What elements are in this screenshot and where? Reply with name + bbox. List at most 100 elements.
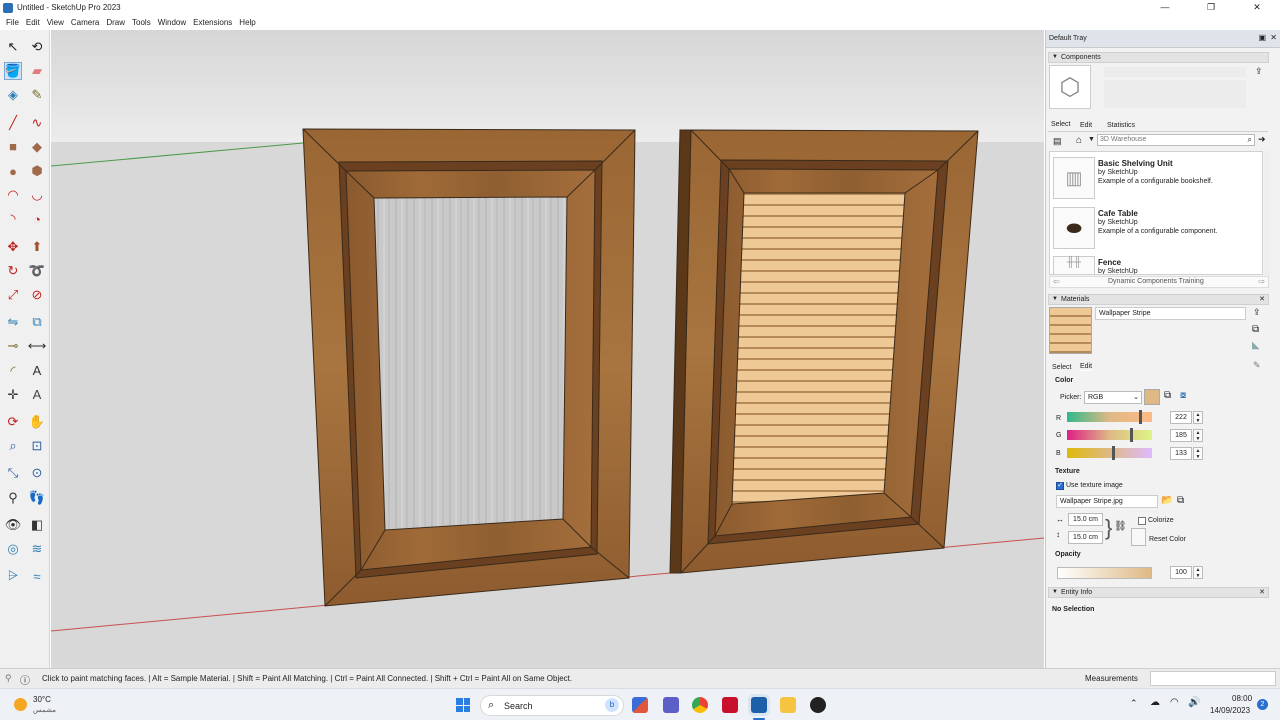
menu-camera[interactable]: Camera (71, 18, 99, 27)
lock-aspect-link-icon[interactable]: ⛓ (1114, 521, 1127, 532)
geo-location-icon[interactable]: ⚲ (5, 673, 12, 684)
material-name-field[interactable]: Wallpaper Stripe (1095, 307, 1246, 320)
weather-temperature[interactable]: 30°C (33, 695, 51, 704)
green-slider-thumb[interactable] (1130, 428, 1133, 442)
look-around-tool-icon[interactable]: 👁 (4, 516, 22, 534)
text-tool-icon[interactable]: A (28, 362, 46, 380)
green-slider[interactable] (1067, 430, 1152, 440)
menu-view[interactable]: View (47, 18, 64, 27)
warehouse-search-input[interactable]: 3D Warehouse ⌕ (1097, 134, 1255, 146)
cafe-table-thumbnail-icon[interactable]: ⬬ (1053, 207, 1095, 249)
solid-tools-tool-icon[interactable]: ⧉ (28, 313, 46, 331)
line-tool-icon[interactable]: ╱ (4, 114, 22, 132)
color-picker-dropdown[interactable]: RGB ⌄ (1084, 391, 1142, 404)
green-stepper[interactable]: ▲ ▼ (1193, 429, 1203, 442)
component-description-field[interactable] (1104, 80, 1246, 108)
red-value-input[interactable]: 222 (1170, 411, 1192, 424)
maximize-button[interactable]: ❐ (1188, 0, 1234, 15)
menu-tools[interactable]: Tools (132, 18, 151, 27)
previous-view-tool-icon[interactable]: ⊙ (28, 464, 46, 482)
match-model-color-icon[interactable]: ⧉ (1164, 390, 1171, 401)
materials-tab-select[interactable]: Select (1052, 364, 1071, 371)
texture-width-input[interactable]: 15.0 cm (1068, 513, 1103, 526)
reset-color-button[interactable]: Reset Color (1149, 536, 1186, 543)
smoove-tool-icon[interactable]: ⩥ (4, 567, 22, 585)
zoom-tool-icon[interactable]: ⌕ (4, 437, 22, 455)
arc-tool-icon[interactable]: ◠ (4, 186, 22, 204)
menu-edit[interactable]: Edit (26, 18, 40, 27)
tray-pin-icon[interactable]: ▣ (1258, 33, 1266, 42)
create-material-icon[interactable]: ⧉ (1252, 324, 1259, 335)
default-material-icon[interactable]: ◣ (1252, 340, 1260, 351)
zoom-window-tool-icon[interactable]: ⊡ (28, 437, 46, 455)
teams-chat-icon[interactable] (663, 697, 679, 713)
components-tab-statistics[interactable]: Statistics (1107, 122, 1135, 129)
tape-measure-tool-icon[interactable]: ✎ (28, 86, 46, 104)
minimize-button[interactable]: — (1142, 0, 1188, 15)
blue-slider[interactable] (1067, 448, 1152, 458)
reset-color-swatch[interactable] (1131, 528, 1146, 546)
opacity-value-input[interactable]: 100 (1170, 566, 1192, 579)
shelving-unit-thumbnail-icon[interactable]: ▥ (1053, 157, 1095, 199)
zoom-extents-tool-icon[interactable]: ⤡ (4, 464, 22, 482)
tape-measure-2-tool-icon[interactable]: ⊸ (4, 337, 22, 355)
scale-tool-icon[interactable]: ⤢ (4, 286, 22, 304)
menu-extensions[interactable]: Extensions (193, 18, 232, 27)
red-stepper[interactable]: ▲ ▼ (1193, 411, 1203, 424)
close-icon[interactable]: ✕ (1259, 295, 1265, 304)
sandbox-from-scratch-tool-icon[interactable]: ≋ (28, 540, 46, 558)
previous-icon[interactable]: ⇦ (1053, 277, 1060, 286)
orbit-tool-icon[interactable]: ⟲ (28, 38, 46, 56)
component-detail-icon[interactable]: ⇪ (1255, 66, 1263, 77)
close-icon[interactable]: ✕ (1259, 588, 1265, 597)
opacity-slider[interactable] (1057, 567, 1152, 579)
colorize-checkbox[interactable] (1138, 517, 1146, 525)
components-tab-select[interactable]: Select (1051, 121, 1070, 128)
autocad-icon[interactable] (722, 697, 738, 713)
display-secondary-pane-icon[interactable]: ⇪ (1253, 307, 1261, 318)
color-swatch[interactable] (1144, 389, 1160, 405)
section-plane-tool-icon[interactable]: ◧ (28, 516, 46, 534)
tray-close-icon[interactable]: ✕ (1270, 33, 1277, 42)
clock-time[interactable]: 08:00 (1232, 694, 1252, 703)
blue-stepper[interactable]: ▲ ▼ (1193, 447, 1203, 460)
green-value-input[interactable]: 185 (1170, 429, 1192, 442)
blue-value-input[interactable]: 133 (1170, 447, 1192, 460)
position-camera-tool-icon[interactable]: ⚲ (4, 489, 22, 507)
polygon-tool-icon[interactable]: ⬢ (28, 162, 46, 180)
list-item-title[interactable]: Basic Shelving Unit (1098, 159, 1173, 168)
blue-slider-thumb[interactable] (1112, 446, 1115, 460)
list-item-title[interactable]: Cafe Table (1098, 209, 1138, 218)
network-icon[interactable]: ☁ (1150, 697, 1160, 708)
rotate-tool-icon[interactable]: ↻ (4, 262, 22, 280)
fence-thumbnail-icon[interactable]: ╫╫ (1053, 256, 1095, 274)
list-item-title[interactable]: Fence (1098, 258, 1121, 267)
stamp-tool-icon[interactable]: ≈ (28, 567, 46, 585)
3d-text-tool-icon[interactable]: A (28, 386, 46, 404)
rectangle-tool-icon[interactable]: ■ (4, 138, 22, 156)
flip-tool-icon[interactable]: ⇋ (4, 313, 22, 331)
pie-tool-icon[interactable]: ◔ (28, 210, 46, 228)
chevron-down-icon[interactable]: ▼ (1088, 136, 1095, 143)
use-texture-checkbox[interactable]: ✓ (1056, 482, 1064, 490)
paint-bucket-tool-icon[interactable]: 🪣 (4, 62, 22, 81)
materials-tab-edit[interactable]: Edit (1080, 363, 1093, 371)
move-tool-icon[interactable]: ✥ (4, 238, 22, 256)
task-view-icon[interactable] (632, 697, 648, 713)
browse-folder-icon[interactable]: 📂 (1161, 495, 1173, 506)
opacity-stepper[interactable]: ▲ ▼ (1193, 566, 1203, 579)
menu-window[interactable]: Window (158, 18, 186, 27)
walk-tool-icon[interactable]: 👣 (28, 489, 46, 507)
info-icon[interactable]: ⓘ (20, 672, 30, 687)
sandbox-from-contours-tool-icon[interactable]: ◎ (4, 540, 22, 558)
edit-texture-icon[interactable]: ⧉ (1177, 495, 1184, 506)
clock-date[interactable]: 14/09/2023 (1210, 706, 1250, 715)
three-point-arc-tool-icon[interactable]: ◝ (4, 210, 22, 228)
entity-info-panel-header[interactable]: ▼ Entity Info ✕ (1048, 587, 1269, 598)
wifi-icon[interactable]: ◠ (1170, 697, 1179, 708)
search-icon[interactable]: ⌕ (1248, 135, 1252, 145)
texture-height-input[interactable]: 15.0 cm (1068, 531, 1103, 544)
pan-tool-icon[interactable]: ✋ (28, 413, 46, 431)
red-slider-thumb[interactable] (1139, 410, 1142, 424)
measurements-input[interactable] (1150, 671, 1276, 686)
